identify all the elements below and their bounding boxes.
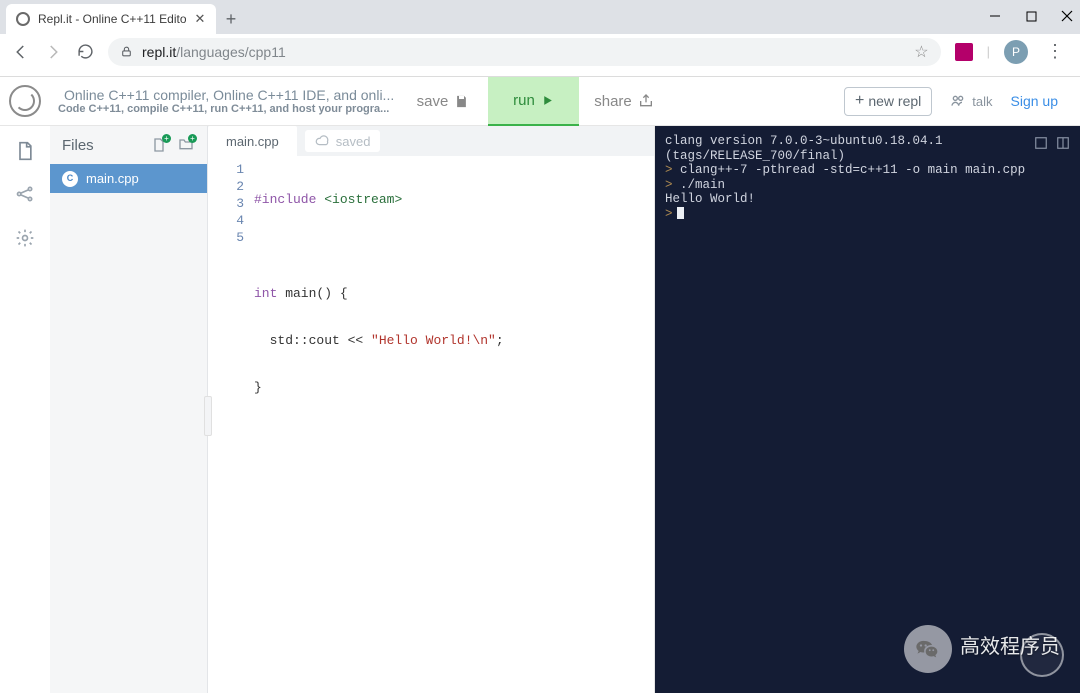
tab-title: Repl.it - Online C++11 Editor [38,12,186,26]
address-bar[interactable]: repl.it/languages/cpp11 ☆ [108,38,941,66]
new-repl-button[interactable]: + new repl [844,87,932,116]
files-icon[interactable] [15,140,35,160]
settings-gear-icon[interactable] [15,228,35,248]
file-item-main-cpp[interactable]: C main.cpp [50,164,207,193]
terminal-pane[interactable]: clang version 7.0.0-3~ubuntu0.18.04.1 (t… [655,126,1080,693]
talk-link[interactable]: talk [950,93,992,109]
tab-favicon [16,12,30,26]
tab-close-icon[interactable]: ✕ [194,13,206,25]
share-icon [638,93,654,109]
add-folder-button[interactable]: + [177,136,195,154]
cursor [677,207,684,219]
watermark: 高效程序员 [904,625,1060,673]
play-icon [541,94,554,107]
close-icon[interactable] [1060,9,1074,23]
browser-menu-icon[interactable]: ⋮ [1042,41,1068,62]
minimize-icon[interactable] [988,9,1002,23]
terminal-line: clang version 7.0.0-3~ubuntu0.18.04.1 (t… [665,134,1070,163]
save-button[interactable]: save [398,77,488,126]
repl-title: Online C++11 compiler, Online C++11 IDE,… [64,87,394,103]
cpp-file-icon: C [62,171,78,187]
terminal-line: > ./main [665,178,1070,193]
files-panel: Files + + C main.cpp [50,126,208,693]
people-icon [950,93,966,109]
extension-icon[interactable] [955,43,973,61]
profile-avatar[interactable]: P [1004,40,1028,64]
code-content[interactable]: #include <iostream> int main() { std::co… [254,160,654,693]
editor-tab-main-cpp[interactable]: main.cpp [208,126,297,156]
reload-icon[interactable] [76,43,94,60]
terminal-controls [1034,136,1070,150]
app-header: Online C++11 compiler, Online C++11 IDE,… [0,77,1080,126]
sign-up-link[interactable]: Sign up [1011,93,1058,109]
new-tab-button[interactable]: + [216,4,246,34]
bookmark-star-icon[interactable]: ☆ [914,42,928,62]
term-expand-icon[interactable] [1034,136,1048,150]
add-file-button[interactable]: + [151,136,169,154]
terminal-line: > clang++-7 -pthread -std=c++11 -o main … [665,163,1070,178]
share-tree-icon[interactable] [15,184,35,204]
code-editor[interactable]: 1 2 3 4 5 #include <iostream> int main()… [208,156,654,693]
term-split-icon[interactable] [1056,136,1070,150]
maximize-icon[interactable] [1024,9,1038,23]
back-icon[interactable] [12,43,30,61]
run-button[interactable]: run [488,77,579,126]
repl-subtitle: Code C++11, compile C++11, run C++11, an… [58,103,390,115]
window-controls [988,6,1074,26]
repl-info: Online C++11 compiler, Online C++11 IDE,… [50,87,398,115]
terminal-output: Hello World! [665,192,1070,207]
file-name: main.cpp [86,171,139,186]
line-gutter: 1 2 3 4 5 [208,160,254,693]
activity-bar [0,126,50,693]
files-panel-title: Files [62,137,94,154]
splitter-handle[interactable] [204,396,212,436]
url-text: repl.it/languages/cpp11 [142,44,286,60]
terminal-prompt: > [665,207,1070,222]
plus-icon: + [855,92,864,110]
forward-icon[interactable] [44,43,62,61]
save-icon [454,94,469,109]
share-button[interactable]: share [579,77,669,126]
wechat-icon [904,625,952,673]
saved-status: saved [305,130,381,152]
cloud-icon [315,134,330,149]
lock-icon [120,45,134,58]
browser-tab[interactable]: Repl.it - Online C++11 Editor ✕ [6,4,216,34]
browser-chrome: Repl.it - Online C++11 Editor ✕ + repl.i… [0,0,1080,77]
replit-logo[interactable] [9,85,41,117]
editor-pane: main.cpp saved 1 2 3 4 5 #include <iostr… [208,126,655,693]
